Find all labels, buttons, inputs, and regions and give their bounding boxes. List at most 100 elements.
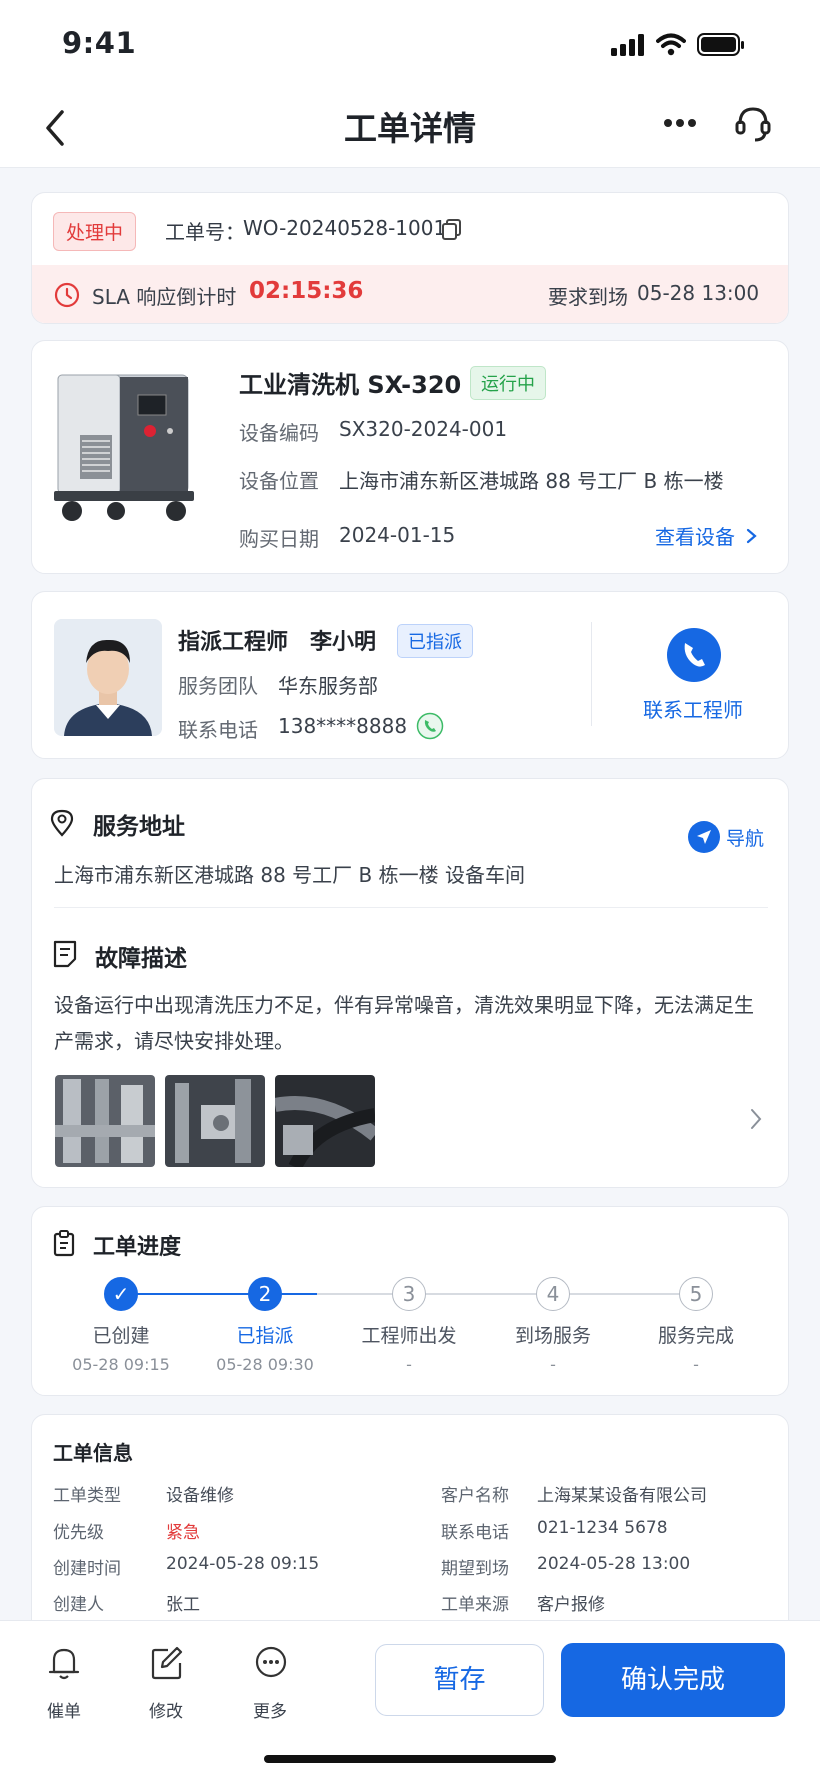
fault-photo-3[interactable] <box>275 1075 375 1167</box>
status-time: 9:41 <box>62 26 137 60</box>
remind-label: 催单 <box>47 1702 81 1722</box>
arrival-time: 05-28 13:00 <box>637 281 760 305</box>
address-title: 服务地址 <box>93 814 185 840</box>
customer-service-icon[interactable] <box>734 104 772 144</box>
equipment-name: 工业清洗机 SX-320 <box>239 371 462 399</box>
info-key: 工单类型 <box>53 1486 121 1506</box>
step-5-label: 服务完成 <box>657 1325 734 1347</box>
bottom-action-bar: 催单 修改 更多 暂存 确认完成 <box>0 1620 820 1773</box>
step-3-time: - <box>406 1355 412 1374</box>
navigate-label: 导航 <box>726 827 765 850</box>
order-info-title: 工单信息 <box>53 1441 133 1465</box>
equipment-state-badge: 运行中 <box>470 366 546 400</box>
order-info-card: 工单信息 工单类型 设备维修 客户名称 上海某某设备有限公司 优先级 紧急 联系… <box>31 1414 789 1654</box>
info-value: 2024-05-28 09:15 <box>166 1554 320 1574</box>
step-2-label: 已指派 <box>236 1325 294 1347</box>
phone-icon <box>667 628 721 682</box>
fault-photo-2[interactable] <box>165 1075 265 1167</box>
progress-title: 工单进度 <box>93 1235 182 1260</box>
info-value: 021-1234 5678 <box>537 1518 668 1538</box>
clipboard-icon <box>53 1230 75 1257</box>
fault-title: 故障描述 <box>95 946 187 972</box>
navigation-arrow-icon <box>688 821 720 853</box>
contact-engineer-label: 联系工程师 <box>643 698 743 722</box>
sla-countdown: 02:15:36 <box>249 278 364 304</box>
view-equipment-link[interactable]: 查看设备 <box>655 521 761 550</box>
step-3-label: 工程师出发 <box>361 1325 457 1347</box>
info-key: 期望到场 <box>441 1559 509 1579</box>
step-1-circle: ✓ <box>104 1277 138 1311</box>
info-value: 客户报修 <box>537 1595 605 1615</box>
engineer-name: 李小明 <box>310 630 377 655</box>
navigate-button[interactable]: 导航 <box>688 821 764 853</box>
step-3-circle: 3 <box>392 1277 426 1311</box>
info-key: 优先级 <box>53 1523 104 1543</box>
progress-line-done <box>121 1293 317 1295</box>
chevron-right-icon[interactable] <box>748 1107 764 1131</box>
more-circle-icon <box>255 1646 287 1678</box>
purchase-date-label: 购买日期 <box>239 527 319 551</box>
more-label: 更多 <box>253 1702 287 1722</box>
sla-label: SLA 响应倒计时 <box>92 285 237 309</box>
arrival-label: 要求到场 <box>548 285 628 309</box>
info-value: 设备维修 <box>166 1486 234 1506</box>
page-title: 工单详情 <box>344 109 476 148</box>
engineer-card: 指派工程师 李小明 已指派 服务团队 华东服务部 联系电话 138****888… <box>31 591 789 759</box>
step-4-time: - <box>550 1355 556 1374</box>
divider <box>54 907 768 908</box>
assigned-badge: 已指派 <box>397 624 473 658</box>
fault-description-line1: 设备运行中出现清洗压力不足，伴有异常噪音，清洗效果明显下降，无法满足生 <box>54 993 754 1017</box>
equipment-location: 上海市浦东新区港城路 88 号工厂 B 栋一楼 <box>339 469 724 493</box>
contact-engineer-button[interactable]: 联系工程师 <box>606 628 776 738</box>
info-value: 2024-05-28 13:00 <box>537 1554 691 1574</box>
info-key: 客户名称 <box>441 1486 509 1506</box>
team-label: 服务团队 <box>178 674 258 698</box>
step-5-circle: 5 <box>679 1277 713 1311</box>
edit-icon <box>151 1646 183 1680</box>
phone-label: 联系电话 <box>178 718 258 742</box>
info-value: 张工 <box>166 1595 200 1615</box>
edit-button[interactable]: 修改 <box>130 1645 202 1725</box>
info-key: 创建时间 <box>53 1559 121 1579</box>
battery-icon <box>697 33 744 56</box>
engineer-phone: 138****8888 <box>278 714 408 738</box>
nav-bar: 工单详情 <box>0 90 820 168</box>
purchase-date: 2024-01-15 <box>339 523 456 547</box>
engineer-title-label: 指派工程师 <box>178 630 289 655</box>
equipment-location-label: 设备位置 <box>239 469 319 493</box>
more-options-icon[interactable] <box>663 118 697 128</box>
equipment-code-label: 设备编码 <box>239 421 319 445</box>
confirm-complete-button[interactable]: 确认完成 <box>561 1643 785 1717</box>
service-card: 服务地址 导航 上海市浦东新区港城路 88 号工厂 B 栋一楼 设备车间 故障描… <box>31 778 789 1188</box>
wifi-icon <box>656 33 686 56</box>
order-number: WO-20240528-1001 <box>243 216 447 240</box>
sla-banner: SLA 响应倒计时 02:15:36 要求到场 05-28 13:00 <box>32 265 788 323</box>
copy-icon[interactable] <box>441 218 463 242</box>
step-2-circle: 2 <box>248 1277 282 1311</box>
step-1-label: 已创建 <box>92 1325 150 1347</box>
service-address: 上海市浦东新区港城路 88 号工厂 B 栋一楼 设备车间 <box>54 863 525 887</box>
step-4-circle: 4 <box>536 1277 570 1311</box>
industrial-washer-image <box>54 374 194 521</box>
bell-icon <box>48 1648 80 1680</box>
status-badge: 处理中 <box>53 212 137 251</box>
home-indicator <box>264 1755 556 1763</box>
divider <box>591 622 592 726</box>
step-5-time: - <box>693 1355 699 1374</box>
info-key: 创建人 <box>53 1595 104 1615</box>
more-button[interactable]: 更多 <box>234 1645 306 1725</box>
cellular-signal-icon <box>611 34 644 56</box>
document-icon <box>53 940 77 968</box>
equipment-code: SX320-2024-001 <box>339 417 508 441</box>
save-draft-button[interactable]: 暂存 <box>375 1644 544 1716</box>
progress-card: 工单进度 ✓ 已创建 05-28 09:15 2 已指派 05-28 09:30… <box>31 1206 789 1396</box>
step-4-label: 到场服务 <box>514 1325 591 1347</box>
remind-button[interactable]: 催单 <box>28 1645 100 1725</box>
phone-call-icon[interactable] <box>416 712 444 740</box>
avatar <box>54 619 162 736</box>
fault-description-line2: 产需求，请尽快安排处理。 <box>54 1029 294 1053</box>
fault-photo-1[interactable] <box>55 1075 155 1167</box>
order-status-card: 处理中 工单号： WO-20240528-1001 SLA 响应倒计时 02:1… <box>31 192 789 324</box>
status-bar: 9:41 <box>0 0 820 90</box>
info-value: 上海某某设备有限公司 <box>537 1486 707 1506</box>
